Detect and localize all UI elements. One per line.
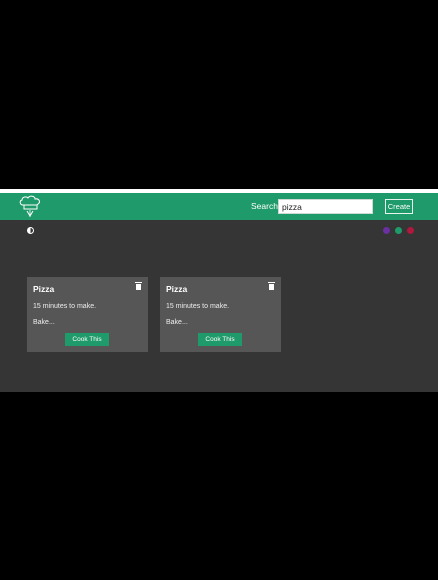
chef-hat-logo-icon[interactable] bbox=[18, 195, 42, 218]
theme-color-picker bbox=[383, 227, 414, 234]
trash-icon[interactable] bbox=[135, 282, 142, 290]
recipe-title: Pizza bbox=[33, 284, 55, 294]
cook-this-button[interactable]: Cook This bbox=[198, 333, 242, 346]
cook-this-button[interactable]: Cook This bbox=[65, 333, 109, 346]
main-content: Pizza 15 minutes to make. Bake... Cook T… bbox=[0, 220, 438, 392]
contrast-toggle-icon[interactable] bbox=[27, 227, 34, 234]
navbar: Search: Create bbox=[0, 193, 438, 220]
search-input[interactable] bbox=[278, 199, 373, 214]
recipe-time: 15 minutes to make. bbox=[33, 303, 97, 310]
theme-dot-purple[interactable] bbox=[383, 227, 390, 234]
recipe-card: Pizza 15 minutes to make. Bake... Cook T… bbox=[27, 277, 148, 352]
trash-icon[interactable] bbox=[268, 282, 275, 290]
theme-dot-green[interactable] bbox=[395, 227, 402, 234]
recipe-card: Pizza 15 minutes to make. Bake... Cook T… bbox=[160, 277, 281, 352]
create-button[interactable]: Create bbox=[385, 199, 413, 214]
recipe-time: 15 minutes to make. bbox=[166, 303, 230, 310]
recipe-title: Pizza bbox=[166, 284, 188, 294]
recipe-description: Bake... bbox=[33, 319, 55, 326]
recipe-description: Bake... bbox=[166, 319, 188, 326]
theme-dot-red[interactable] bbox=[407, 227, 414, 234]
search-label: Search: bbox=[251, 201, 281, 211]
